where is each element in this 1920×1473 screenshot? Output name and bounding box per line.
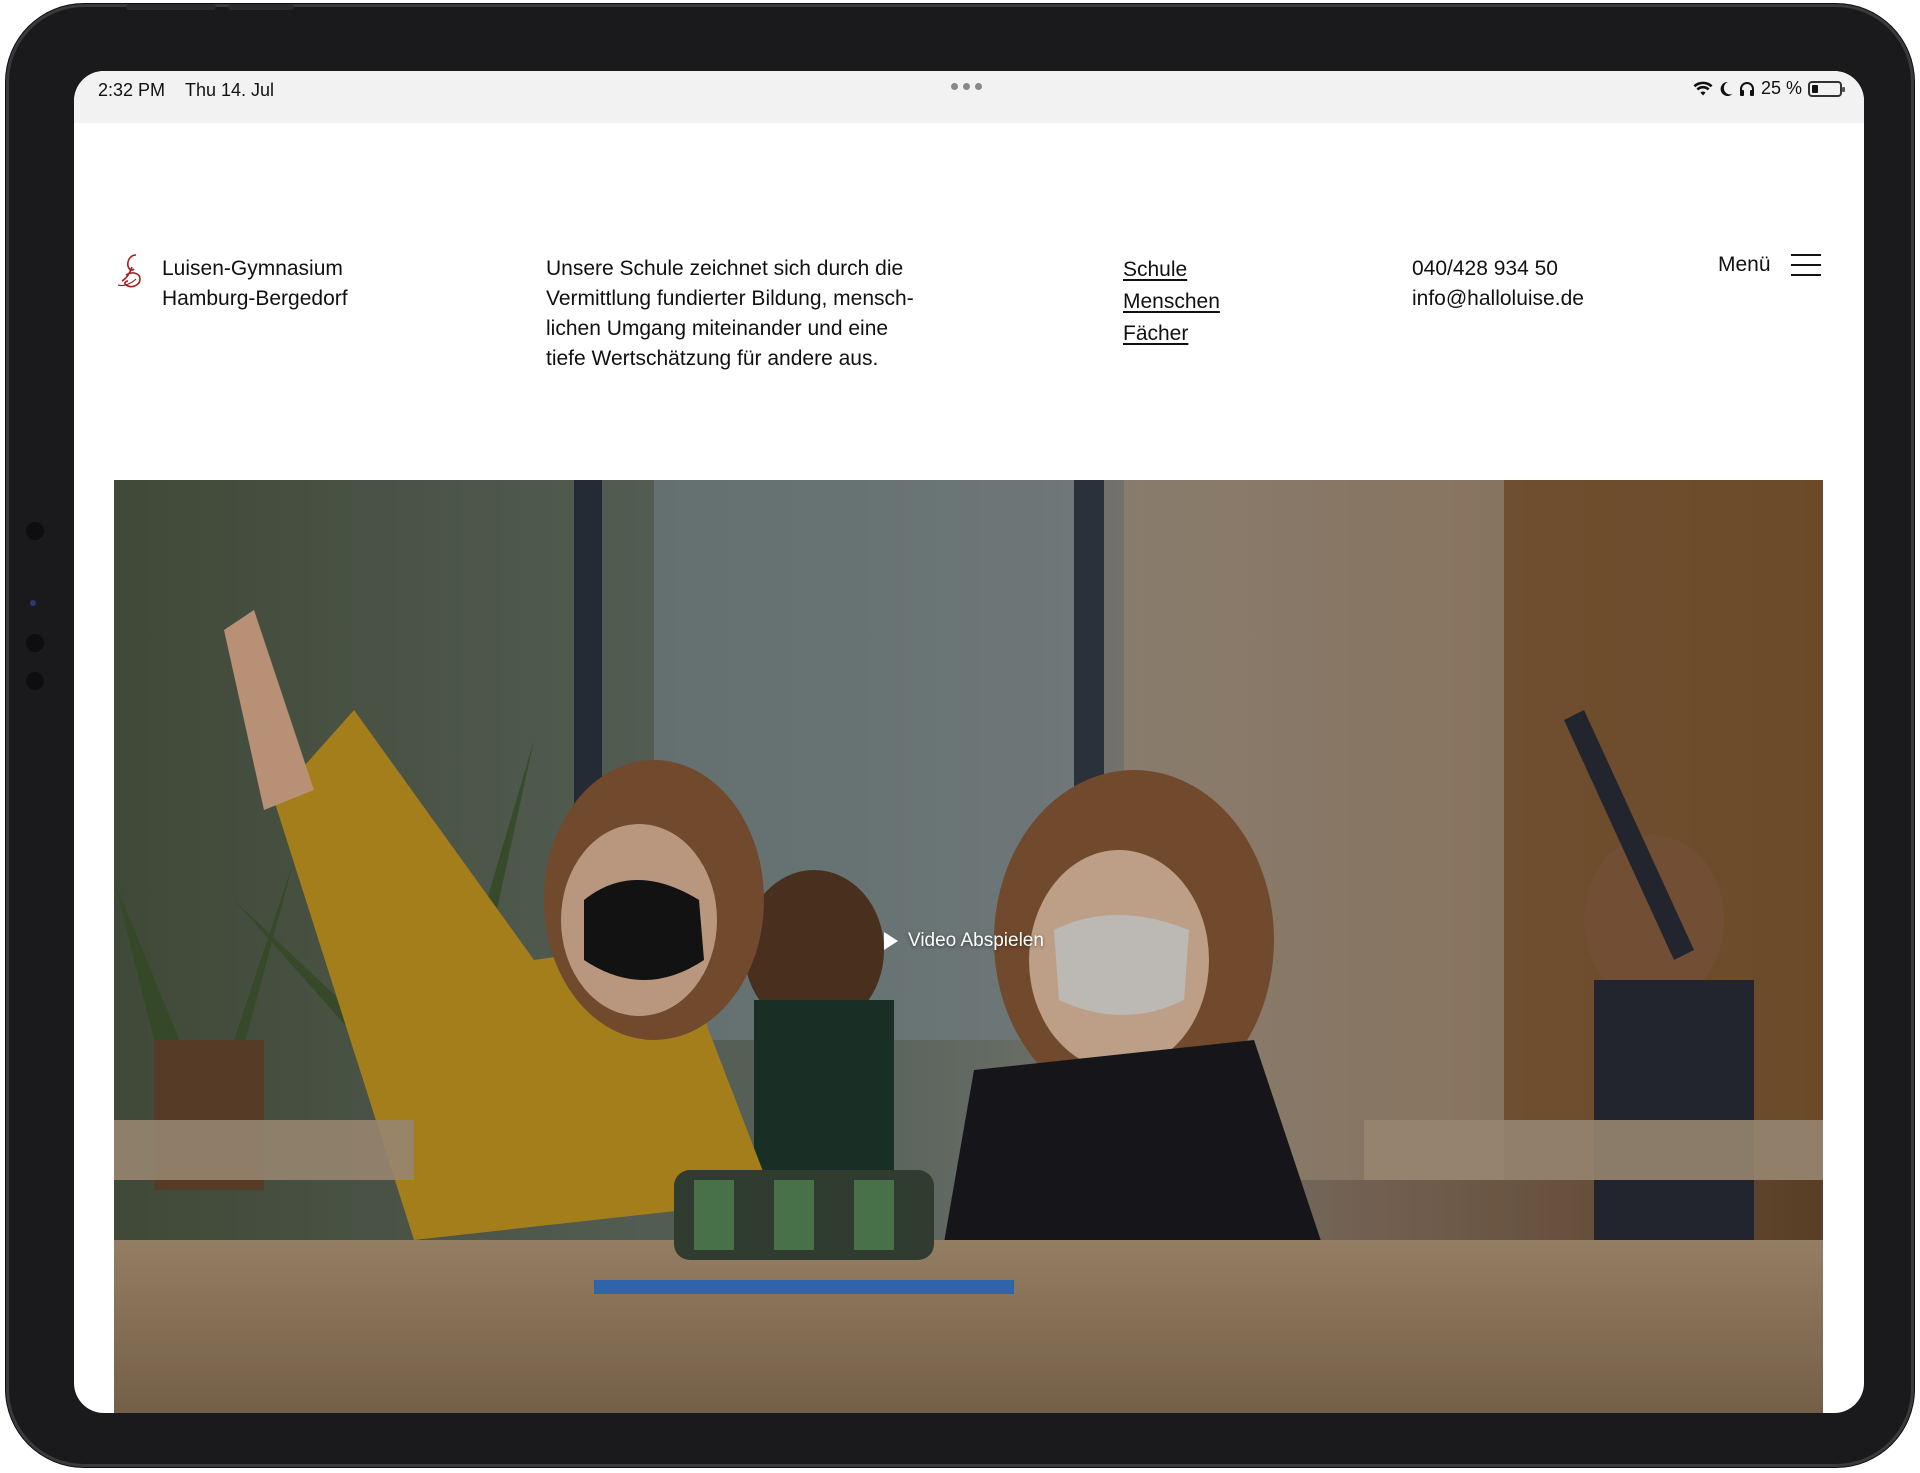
contact-info: 040/428 934 50 info@halloluise.de [1412,254,1584,314]
status-date: Thu 14. Jul [185,80,275,100]
school-name-line: Luisen-Gymnasium [162,257,343,280]
wifi-icon [1693,81,1713,97]
phone-link[interactable]: 040/428 934 50 [1412,254,1584,284]
school-name[interactable]: Luisen-Gymnasium Hamburg-Bergedorf [162,254,348,314]
tagline-line: lichen Umgang miteinander und eine [546,317,889,340]
battery-percent: 25 % [1760,78,1802,98]
volume-down-button [228,4,294,10]
tagline-line: Vermittlung fundierter Bildung, mensch- [546,287,914,310]
play-icon [884,932,898,950]
status-bar: 2:32 PM Thu 14. Jul 25 % [74,71,1864,123]
site-header: Luisen-Gymnasium Hamburg-Bergedorf Unser… [74,123,1864,479]
moon-icon [1719,81,1733,97]
status-time: 2:32 PM [98,80,166,100]
multitasking-dots-icon[interactable] [951,83,982,90]
nav-link-faecher[interactable]: Fächer [1123,318,1220,350]
email-link[interactable]: info@halloluise.de [1412,284,1584,314]
play-label: Video Abspielen [908,930,1044,951]
school-logo[interactable] [114,251,150,296]
menu-label: Menü [1718,253,1771,276]
nav-link-schule[interactable]: Schule [1123,254,1220,286]
battery-icon [1808,80,1845,97]
side-sensor-dot [26,634,44,652]
side-sensor-dot [26,672,44,690]
headphones-icon [1739,81,1755,97]
side-sensor-dot [30,600,36,606]
tagline-line: tiefe Wertschätzung für andere aus. [546,347,879,370]
school-name-line: Hamburg-Bergedorf [162,287,348,310]
ipad-frame: 2:32 PM Thu 14. Jul 25 % Luisen-Gymnasiu… [6,4,1914,1467]
hamburger-icon [1790,254,1821,276]
primary-nav: Schule Menschen Fächer [1123,254,1220,350]
menu-button[interactable]: Menü [1718,253,1821,277]
volume-up-button [126,4,216,10]
screen: 2:32 PM Thu 14. Jul 25 % Luisen-Gymnasiu… [74,71,1864,1413]
side-sensor-dot [26,522,44,540]
nav-link-menschen[interactable]: Menschen [1123,286,1220,318]
hero-video[interactable]: Video Abspielen [114,480,1823,1413]
play-video-button[interactable]: Video Abspielen [884,930,1044,952]
tagline: Unsere Schule zeichnet sich durch die Ve… [546,254,986,374]
tagline-line: Unsere Schule zeichnet sich durch die [546,257,904,280]
